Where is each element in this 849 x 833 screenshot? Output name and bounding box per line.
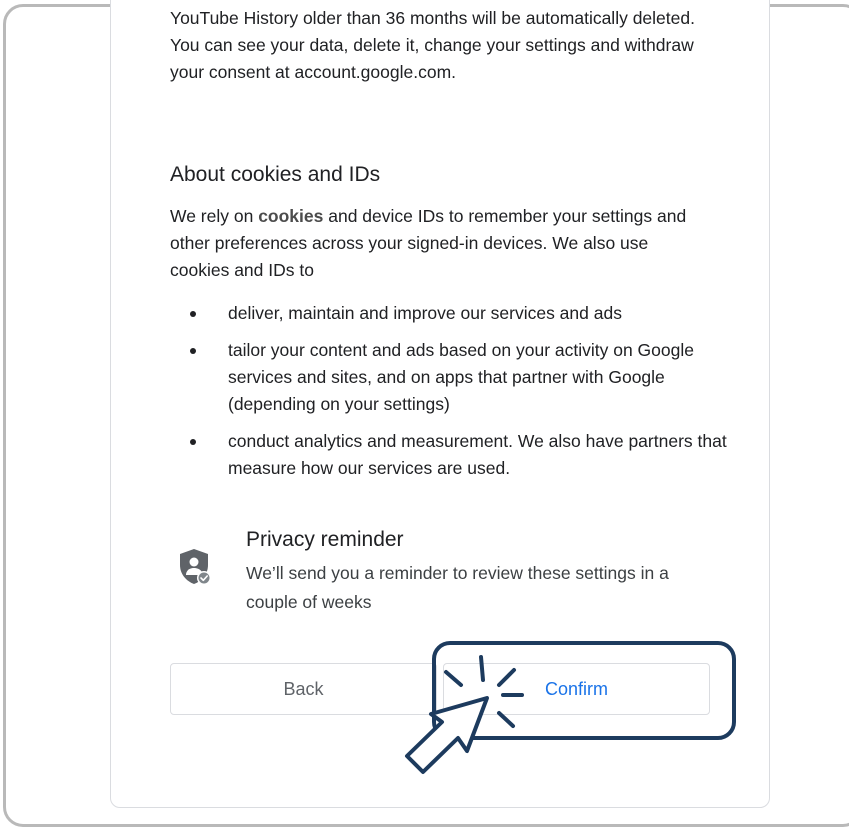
privacy-reminder-text: We’ll send you a reminder to review thes… [246,563,669,612]
bullet-item: tailor your content and ads based on you… [170,337,730,418]
intro-paragraph: YouTube History older than 36 months wil… [170,8,695,82]
cookies-heading: About cookies and IDs [170,163,381,186]
confirm-button-label: Confirm [544,678,608,699]
cookies-bullet-list: deliver, maintain and improve our servic… [170,300,730,492]
bullet-item: conduct analytics and measurement. We al… [170,428,730,482]
confirm-button[interactable]: Confirm [443,663,710,715]
privacy-reminder: Privacy reminder We’ll send you a remind… [170,525,730,620]
bullet-item: deliver, maintain and improve our servic… [170,300,730,327]
cookies-paragraph: We rely on cookies and device IDs to rem… [170,203,710,284]
back-button-label: Back [283,678,324,699]
cookies-link[interactable]: cookies [258,206,323,226]
back-button[interactable]: Back [170,663,437,715]
cookies-text-start: We rely on [170,206,259,226]
privacy-shield-icon [180,549,211,585]
privacy-reminder-title: Privacy reminder [246,528,404,551]
